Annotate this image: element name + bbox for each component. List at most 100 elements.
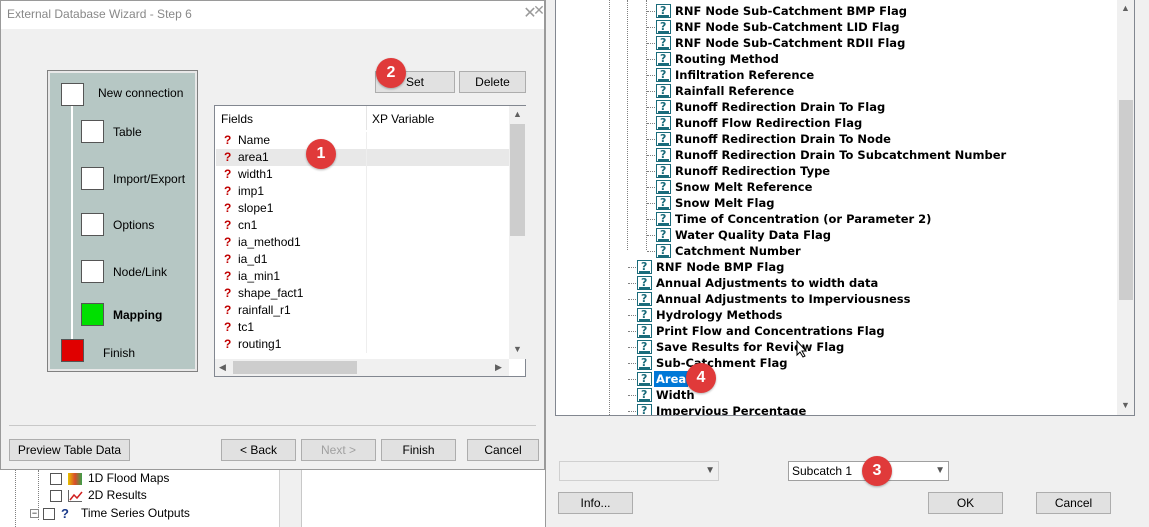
tree-node-label: RNF Node Sub-Catchment RDII Flag xyxy=(675,36,906,50)
tree-item-2d-results[interactable]: 2D Results xyxy=(50,487,147,504)
field-row[interactable]: ? ia_method1 xyxy=(216,234,509,251)
question-mark-icon: ? xyxy=(224,337,232,351)
field-row[interactable]: ? ia_d1 xyxy=(216,251,509,268)
tree-node-label: Impervious Percentage xyxy=(656,404,807,416)
checkbox[interactable] xyxy=(50,489,62,502)
column-header-fields[interactable]: Fields xyxy=(221,112,253,126)
chevron-down-icon[interactable]: ▼ xyxy=(935,462,945,480)
variable-icon xyxy=(656,115,671,131)
tree-item-label: 2D Results xyxy=(88,488,147,502)
tree-node-label: Sub-Catchment Flag xyxy=(656,356,788,370)
back-button[interactable]: < Back xyxy=(221,439,296,461)
variable-icon xyxy=(637,403,652,415)
flood-map-icon xyxy=(68,472,82,485)
variable-icon xyxy=(637,355,652,371)
info-button[interactable]: Info... xyxy=(558,492,633,514)
scroll-down-arrow-icon[interactable]: ▼ xyxy=(1121,400,1130,410)
field-row[interactable]: ? Name xyxy=(216,132,509,149)
field-row[interactable]: ? ia_min1 xyxy=(216,268,509,285)
scroll-down-arrow-icon[interactable]: ▼ xyxy=(513,344,522,354)
variable-icon xyxy=(656,3,671,19)
field-row[interactable]: ? imp1 xyxy=(216,183,509,200)
annotation-badge-4: 4 xyxy=(686,363,716,393)
preview-table-data-button[interactable]: Preview Table Data xyxy=(9,439,130,461)
mouse-cursor-icon xyxy=(796,339,808,363)
scroll-up-arrow-icon[interactable]: ▲ xyxy=(513,109,522,119)
field-row[interactable]: ? tc1 xyxy=(216,319,509,336)
scrollbar-thumb[interactable] xyxy=(1119,100,1133,300)
variable-icon xyxy=(637,259,652,275)
wizard-title-bar: External Database Wizard - Step 6 ✕ xyxy=(1,1,544,29)
field-row[interactable]: ? routing1 xyxy=(216,336,509,353)
field-name: ia_method1 xyxy=(238,235,301,249)
fields-horizontal-scrollbar[interactable]: ◀ ▶ xyxy=(215,359,509,376)
tree-node-label: Infiltration Reference xyxy=(675,68,815,82)
scroll-left-arrow-icon[interactable]: ◀ xyxy=(219,362,226,373)
ok-button[interactable]: OK xyxy=(928,492,1003,514)
fields-list-header: Fields XP Variable xyxy=(215,106,509,130)
column-divider xyxy=(366,217,367,234)
scroll-right-arrow-icon[interactable]: ▶ xyxy=(495,362,502,373)
fields-vertical-scrollbar[interactable]: ▲ ▼ xyxy=(509,106,526,359)
finish-button[interactable]: Finish xyxy=(381,439,456,461)
checkbox[interactable] xyxy=(43,507,55,520)
step-label: Node/Link xyxy=(113,265,168,279)
tree-node-label: Width xyxy=(656,388,695,402)
field-row[interactable]: ? shape_fact1 xyxy=(216,285,509,302)
collapse-icon[interactable]: − xyxy=(30,509,39,519)
next-button[interactable]: Next > xyxy=(301,439,376,461)
external-database-wizard: External Database Wizard - Step 6 ✕ New … xyxy=(0,0,545,470)
field-name: cn1 xyxy=(238,218,258,232)
column-header-xp-variable[interactable]: XP Variable xyxy=(372,112,434,126)
table-select: ▼ xyxy=(559,461,719,481)
field-row[interactable]: ? slope1 xyxy=(216,200,509,217)
tree-vertical-scrollbar[interactable]: ▲ ▼ xyxy=(1117,0,1134,415)
delete-button[interactable]: Delete xyxy=(459,71,526,93)
variable-icon xyxy=(656,67,671,83)
step-label: Finish xyxy=(103,346,136,360)
question-mark-icon: ? xyxy=(224,303,232,317)
tree-item-time-series-outputs[interactable]: −? Time Series Outputs xyxy=(30,505,190,522)
column-divider xyxy=(366,319,367,336)
step-label: Mapping xyxy=(113,308,163,322)
variable-icon xyxy=(637,371,652,387)
question-mark-icon: ? xyxy=(224,167,232,181)
scrollbar-thumb[interactable] xyxy=(233,361,357,374)
field-name: slope1 xyxy=(238,201,274,215)
field-row-selected[interactable]: ? area1 xyxy=(216,149,509,166)
tree-node-label: Time of Concentration (or Parameter 2) xyxy=(675,212,932,226)
tree-node-label: Annual Adjustments to width data xyxy=(656,276,879,290)
tree-item-1d-flood-maps[interactable]: 1D Flood Maps xyxy=(50,470,169,487)
field-name: ia_d1 xyxy=(238,252,268,266)
variable-icon xyxy=(656,99,671,115)
field-name: rainfall_r1 xyxy=(238,303,291,317)
tree-cancel-button[interactable]: Cancel xyxy=(1036,492,1111,514)
field-row[interactable]: ? cn1 xyxy=(216,217,509,234)
checkbox[interactable] xyxy=(50,472,62,485)
step-box xyxy=(81,213,104,236)
scrollbar-thumb[interactable] xyxy=(510,124,525,236)
question-mark-icon: ? xyxy=(224,150,232,164)
close-icon[interactable]: ✕ xyxy=(532,0,546,20)
column-divider xyxy=(366,336,367,353)
column-divider xyxy=(366,166,367,183)
variable-icon xyxy=(656,131,671,147)
field-row[interactable]: ? width1 xyxy=(216,166,509,183)
variable-icon xyxy=(656,83,671,99)
tree-item-label: 1D Flood Maps xyxy=(88,471,170,485)
tree-node-label: Hydrology Methods xyxy=(656,308,783,322)
variable-icon xyxy=(656,147,671,163)
tree-node-label: Runoff Flow Redirection Flag xyxy=(675,116,863,130)
variable-icon xyxy=(637,323,652,339)
field-name: width1 xyxy=(238,167,273,181)
xp-variable-tree[interactable]: RNF Node Sub-Catchment BMP Flag RNF Node … xyxy=(555,0,1135,416)
cancel-button[interactable]: Cancel xyxy=(467,439,539,461)
variable-icon xyxy=(637,387,652,403)
tree-node-label: Print Flow and Concentrations Flag xyxy=(656,324,885,338)
variable-icon xyxy=(637,339,652,355)
question-mark-icon: ? xyxy=(224,252,232,266)
scroll-up-arrow-icon[interactable]: ▲ xyxy=(1121,3,1130,13)
field-row[interactable]: ? rainfall_r1 xyxy=(216,302,509,319)
fields-list[interactable]: Fields XP Variable ? Name ? area1 ? width1 … xyxy=(214,105,526,377)
question-mark-icon: ? xyxy=(224,235,232,249)
